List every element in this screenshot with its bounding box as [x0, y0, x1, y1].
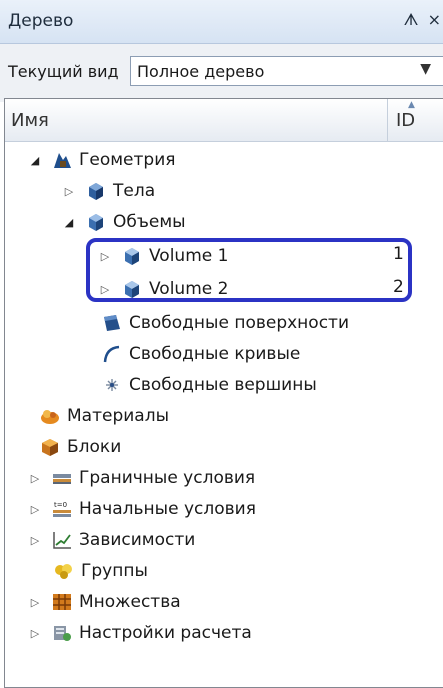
svg-text:t=0: t=0 — [54, 501, 67, 509]
tree-item-dependencies[interactable]: ▷ Зависимости — [27, 525, 196, 555]
expand-triangle-icon[interactable]: ▷ — [27, 627, 43, 640]
tree-item-label: Блоки — [67, 437, 122, 457]
column-header: Имя ▲ ID — [5, 99, 443, 142]
tree-item-analysis-settings[interactable]: ▷ Настройки расчета — [27, 618, 252, 648]
tree-panel-header: Дерево ᗑ × — [0, 0, 443, 44]
boundary-condition-icon — [51, 468, 73, 488]
tree-item-free-surfaces[interactable]: Свободные поверхности — [101, 308, 349, 338]
current-view-value: Полное дерево — [137, 62, 265, 81]
column-header-name[interactable]: Имя — [11, 110, 49, 131]
material-icon — [39, 406, 61, 426]
volume-highlight-frame — [86, 238, 412, 302]
tree-item-groups[interactable]: Группы — [53, 556, 148, 586]
tree-item-label: Зависимости — [79, 530, 196, 550]
panel-title: Дерево — [8, 11, 74, 31]
tree-item-label: Материалы — [67, 406, 169, 426]
tree-item-free-vertices[interactable]: Свободные вершины — [101, 370, 317, 400]
tree-item-label: Тела — [113, 181, 156, 201]
tree-item-bodies[interactable]: ▷ Тела — [61, 176, 155, 206]
volumes-icon — [85, 212, 107, 232]
collapse-triangle-icon[interactable]: ◢ — [27, 154, 43, 167]
expand-triangle-icon[interactable]: ▷ — [61, 185, 77, 198]
settings-icon — [51, 623, 73, 643]
tree-item-initial-conditions[interactable]: ▷ t=0 Начальные условия — [27, 494, 256, 524]
tree-item-label: Свободные поверхности — [129, 313, 349, 333]
curve-icon — [101, 344, 123, 364]
bodies-icon — [85, 181, 107, 201]
tree-item-label: Граничные условия — [79, 468, 256, 488]
initial-condition-icon: t=0 — [51, 499, 73, 519]
current-view-label: Текущий вид — [8, 62, 119, 81]
tree-item-label: Свободные кривые — [129, 344, 301, 364]
sets-icon — [51, 592, 73, 612]
tree-item-label: Свободные вершины — [129, 375, 317, 395]
tree-item-geometry[interactable]: ◢ Геометрия — [27, 145, 176, 175]
column-header-id-cell[interactable]: ▲ ID — [387, 99, 443, 141]
tree-item-sets[interactable]: ▷ Множества — [27, 587, 181, 617]
expand-triangle-icon[interactable]: ▷ — [27, 534, 43, 547]
tree-item-label: Множества — [79, 592, 181, 612]
tree-item-label: Объемы — [113, 212, 186, 232]
tree-view[interactable]: Имя ▲ ID ◢ Геометрия ▷ Тела ◢ Объемы ▷ V… — [4, 98, 443, 688]
collapse-triangle-icon[interactable]: ◢ — [61, 216, 77, 229]
column-header-id: ID — [396, 110, 416, 131]
chevron-down-icon[interactable]: ▼ — [420, 61, 431, 77]
expand-triangle-icon[interactable]: ▷ — [27, 472, 43, 485]
surface-icon — [101, 313, 123, 333]
tree-item-materials[interactable]: Материалы — [39, 401, 169, 431]
tree-item-label: Настройки расчета — [79, 623, 252, 643]
tree-item-free-curves[interactable]: Свободные кривые — [101, 339, 300, 369]
tree-item-blocks[interactable]: Блоки — [39, 432, 121, 462]
current-view-select[interactable]: Полное дерево ▼ — [130, 56, 443, 86]
view-selector-row: Текущий вид Полное дерево ▼ — [0, 44, 443, 102]
sort-ascending-icon: ▲ — [408, 100, 415, 110]
dependency-chart-icon — [51, 530, 73, 550]
tree-item-label: Геометрия — [79, 150, 176, 170]
panel-window-buttons[interactable]: ᗑ × — [403, 10, 443, 30]
tree-item-label: Группы — [81, 561, 148, 581]
tree-item-label: Начальные условия — [79, 499, 256, 519]
tree-item-volumes[interactable]: ◢ Объемы — [61, 207, 186, 237]
geometry-icon — [51, 150, 73, 170]
expand-triangle-icon[interactable]: ▷ — [27, 503, 43, 516]
expand-triangle-icon[interactable]: ▷ — [27, 596, 43, 609]
groups-icon — [53, 561, 75, 581]
block-icon — [39, 437, 61, 457]
vertex-icon — [101, 375, 123, 395]
tree-item-boundary-conditions[interactable]: ▷ Граничные условия — [27, 463, 255, 493]
